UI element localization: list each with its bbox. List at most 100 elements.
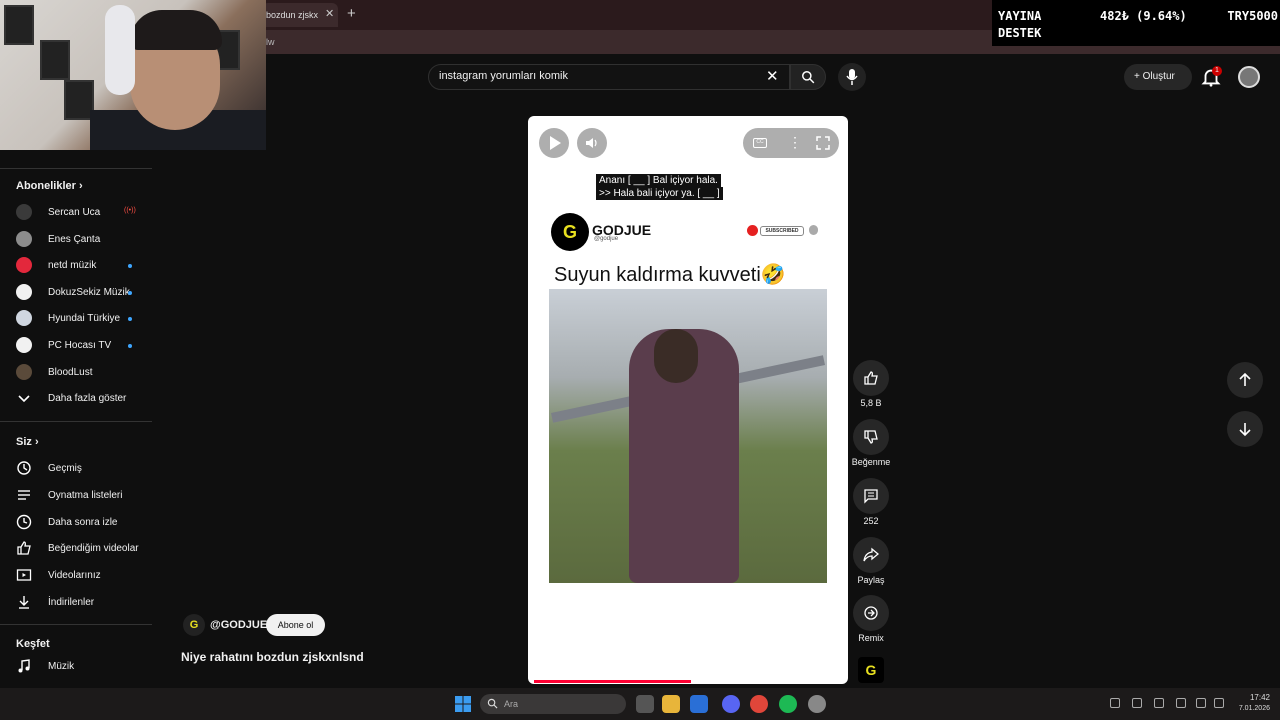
task-view-icon[interactable]: [636, 695, 654, 713]
sidebar-divider: [0, 421, 152, 422]
chevron-right-icon: ›: [78, 180, 83, 192]
person-head: [654, 329, 698, 383]
taskbar-search-placeholder: Ara: [504, 699, 519, 709]
windows-start-icon[interactable]: [455, 696, 471, 712]
sidebar-item-watch-later[interactable]: Daha sonra izle: [16, 512, 146, 534]
tab-title: bozdun zjskx: [266, 10, 319, 20]
play-button[interactable]: [539, 128, 569, 158]
fullscreen-icon[interactable]: [816, 136, 830, 150]
share-label: Paylaş: [857, 575, 885, 585]
tab-close-icon[interactable]: ✕: [325, 7, 334, 20]
sidebar-item-music[interactable]: Müzik: [16, 656, 146, 678]
sidebar-item-downloads[interactable]: İndirilenler: [16, 592, 146, 614]
url-text: lw: [266, 37, 275, 47]
brand-handle: @godjue: [594, 236, 619, 242]
sidebar-item-label: netd müzik: [48, 260, 97, 271]
short-title: Niye rahatını bozdun zjskxnlsnd: [181, 650, 364, 664]
next-short-button[interactable]: [1227, 411, 1263, 447]
create-label: Oluştur: [1142, 71, 1175, 82]
volume-button[interactable]: [577, 128, 607, 158]
wifi-icon[interactable]: [1196, 698, 1206, 708]
remix-button[interactable]: [853, 595, 889, 631]
sidebar-item-your-videos[interactable]: Videolarınız: [16, 565, 146, 587]
create-button[interactable]: + Oluştur: [1124, 64, 1192, 90]
steam-icon[interactable]: [808, 695, 826, 713]
search-query: instagram yorumları komik: [439, 70, 568, 82]
notification-badge: 1: [1212, 66, 1222, 76]
sidebar-item-label: DokuzSekiz Müzik: [48, 287, 130, 298]
you-heading[interactable]: Siz ›: [16, 436, 39, 448]
channel-avatar[interactable]: G: [183, 614, 205, 636]
play-icon: [550, 136, 561, 150]
subscribe-button[interactable]: Abone ol: [266, 614, 325, 636]
channel-thumbnail[interactable]: G: [858, 657, 884, 683]
tray-app-icon[interactable]: [1132, 698, 1142, 708]
mic-icon: [846, 69, 858, 85]
tray-chevron-icon[interactable]: [1110, 698, 1120, 708]
spotify-icon[interactable]: [779, 695, 797, 713]
sidebar-item-subscription[interactable]: DokuzSekiz Müzik: [16, 282, 146, 304]
discord-icon[interactable]: [722, 695, 740, 713]
download-icon: [19, 596, 29, 609]
new-content-dot: [128, 317, 132, 321]
dislike-button[interactable]: [853, 419, 889, 455]
video-progress-bar[interactable]: [534, 680, 691, 683]
clear-search-icon[interactable]: ✕: [766, 67, 779, 85]
sidebar-divider: [0, 168, 152, 169]
channel-avatar: [16, 284, 32, 300]
video-icon: [16, 569, 32, 581]
search-icon: [802, 71, 815, 84]
new-content-dot: [128, 291, 132, 295]
sidebar-item-label: Daha sonra izle: [48, 517, 118, 528]
new-tab-button[interactable]: +: [347, 5, 356, 22]
tray-keyboard-icon[interactable]: [1176, 698, 1186, 708]
search-button[interactable]: [790, 64, 826, 90]
caption-line-1: Ananı [ __ ] Bal içiyor hala.: [596, 174, 721, 187]
new-content-dot: [128, 264, 132, 268]
headset: [105, 5, 135, 95]
subscriptions-heading[interactable]: Abonelikler ›: [16, 180, 83, 192]
thumbs-down-icon: [864, 430, 878, 444]
volume-icon[interactable]: [1214, 698, 1224, 708]
sidebar-item-subscription[interactable]: Hyundai Türkiye: [16, 308, 146, 330]
more-options-icon[interactable]: ⋮: [788, 134, 802, 151]
sidebar-item-liked-videos[interactable]: Beğendiğim videolar: [16, 538, 146, 560]
previous-short-button[interactable]: [1227, 362, 1263, 398]
sidebar-item-subscription[interactable]: Sercan Uca ((•)): [16, 202, 146, 224]
sidebar-item-history[interactable]: Geçmiş: [16, 458, 146, 480]
sidebar-item-subscription[interactable]: PC Hocası TV: [16, 335, 146, 357]
channel-avatar: [16, 231, 32, 247]
search-icon: [487, 698, 498, 709]
show-more-button[interactable]: Daha fazla göster: [16, 388, 146, 410]
file-explorer-icon[interactable]: [662, 695, 680, 713]
subscribed-badge: SUBSCRIBED: [760, 226, 804, 236]
clock-time[interactable]: 17:42: [1236, 693, 1270, 702]
plus-icon: +: [1134, 71, 1143, 82]
tray-mic-icon[interactable]: [1154, 698, 1164, 708]
music-icon: [18, 659, 30, 673]
channel-avatar: [16, 257, 32, 273]
youtube-logo-icon: [747, 225, 758, 236]
sidebar-item-playlists[interactable]: Oynatma listeleri: [16, 485, 146, 507]
captions-icon[interactable]: CC: [753, 138, 767, 148]
arrow-down-icon: [1239, 423, 1251, 437]
like-button[interactable]: [853, 360, 889, 396]
voice-search-button[interactable]: [838, 63, 866, 91]
comments-button[interactable]: [853, 478, 889, 514]
store-icon[interactable]: [690, 695, 708, 713]
subscriptions-title: Abonelikler: [16, 180, 76, 192]
sidebar-item-subscription[interactable]: netd müzik: [16, 255, 146, 277]
taskbar-search[interactable]: [480, 694, 626, 714]
dislike-label: Beğenme: [851, 457, 891, 467]
account-avatar[interactable]: [1238, 66, 1260, 88]
sidebar-item-subscription[interactable]: BloodLust: [16, 362, 146, 384]
clock-date[interactable]: 7.01.2026: [1230, 705, 1270, 712]
sidebar-item-subscription[interactable]: Enes Çanta: [16, 229, 146, 251]
like-icon: [17, 541, 31, 555]
channel-handle[interactable]: @GODJUE: [210, 619, 267, 631]
share-button[interactable]: [853, 537, 889, 573]
channel-avatar: [16, 364, 32, 380]
webcam-overlay: [0, 0, 266, 150]
clock-icon: [16, 514, 32, 530]
chrome-icon[interactable]: [750, 695, 768, 713]
